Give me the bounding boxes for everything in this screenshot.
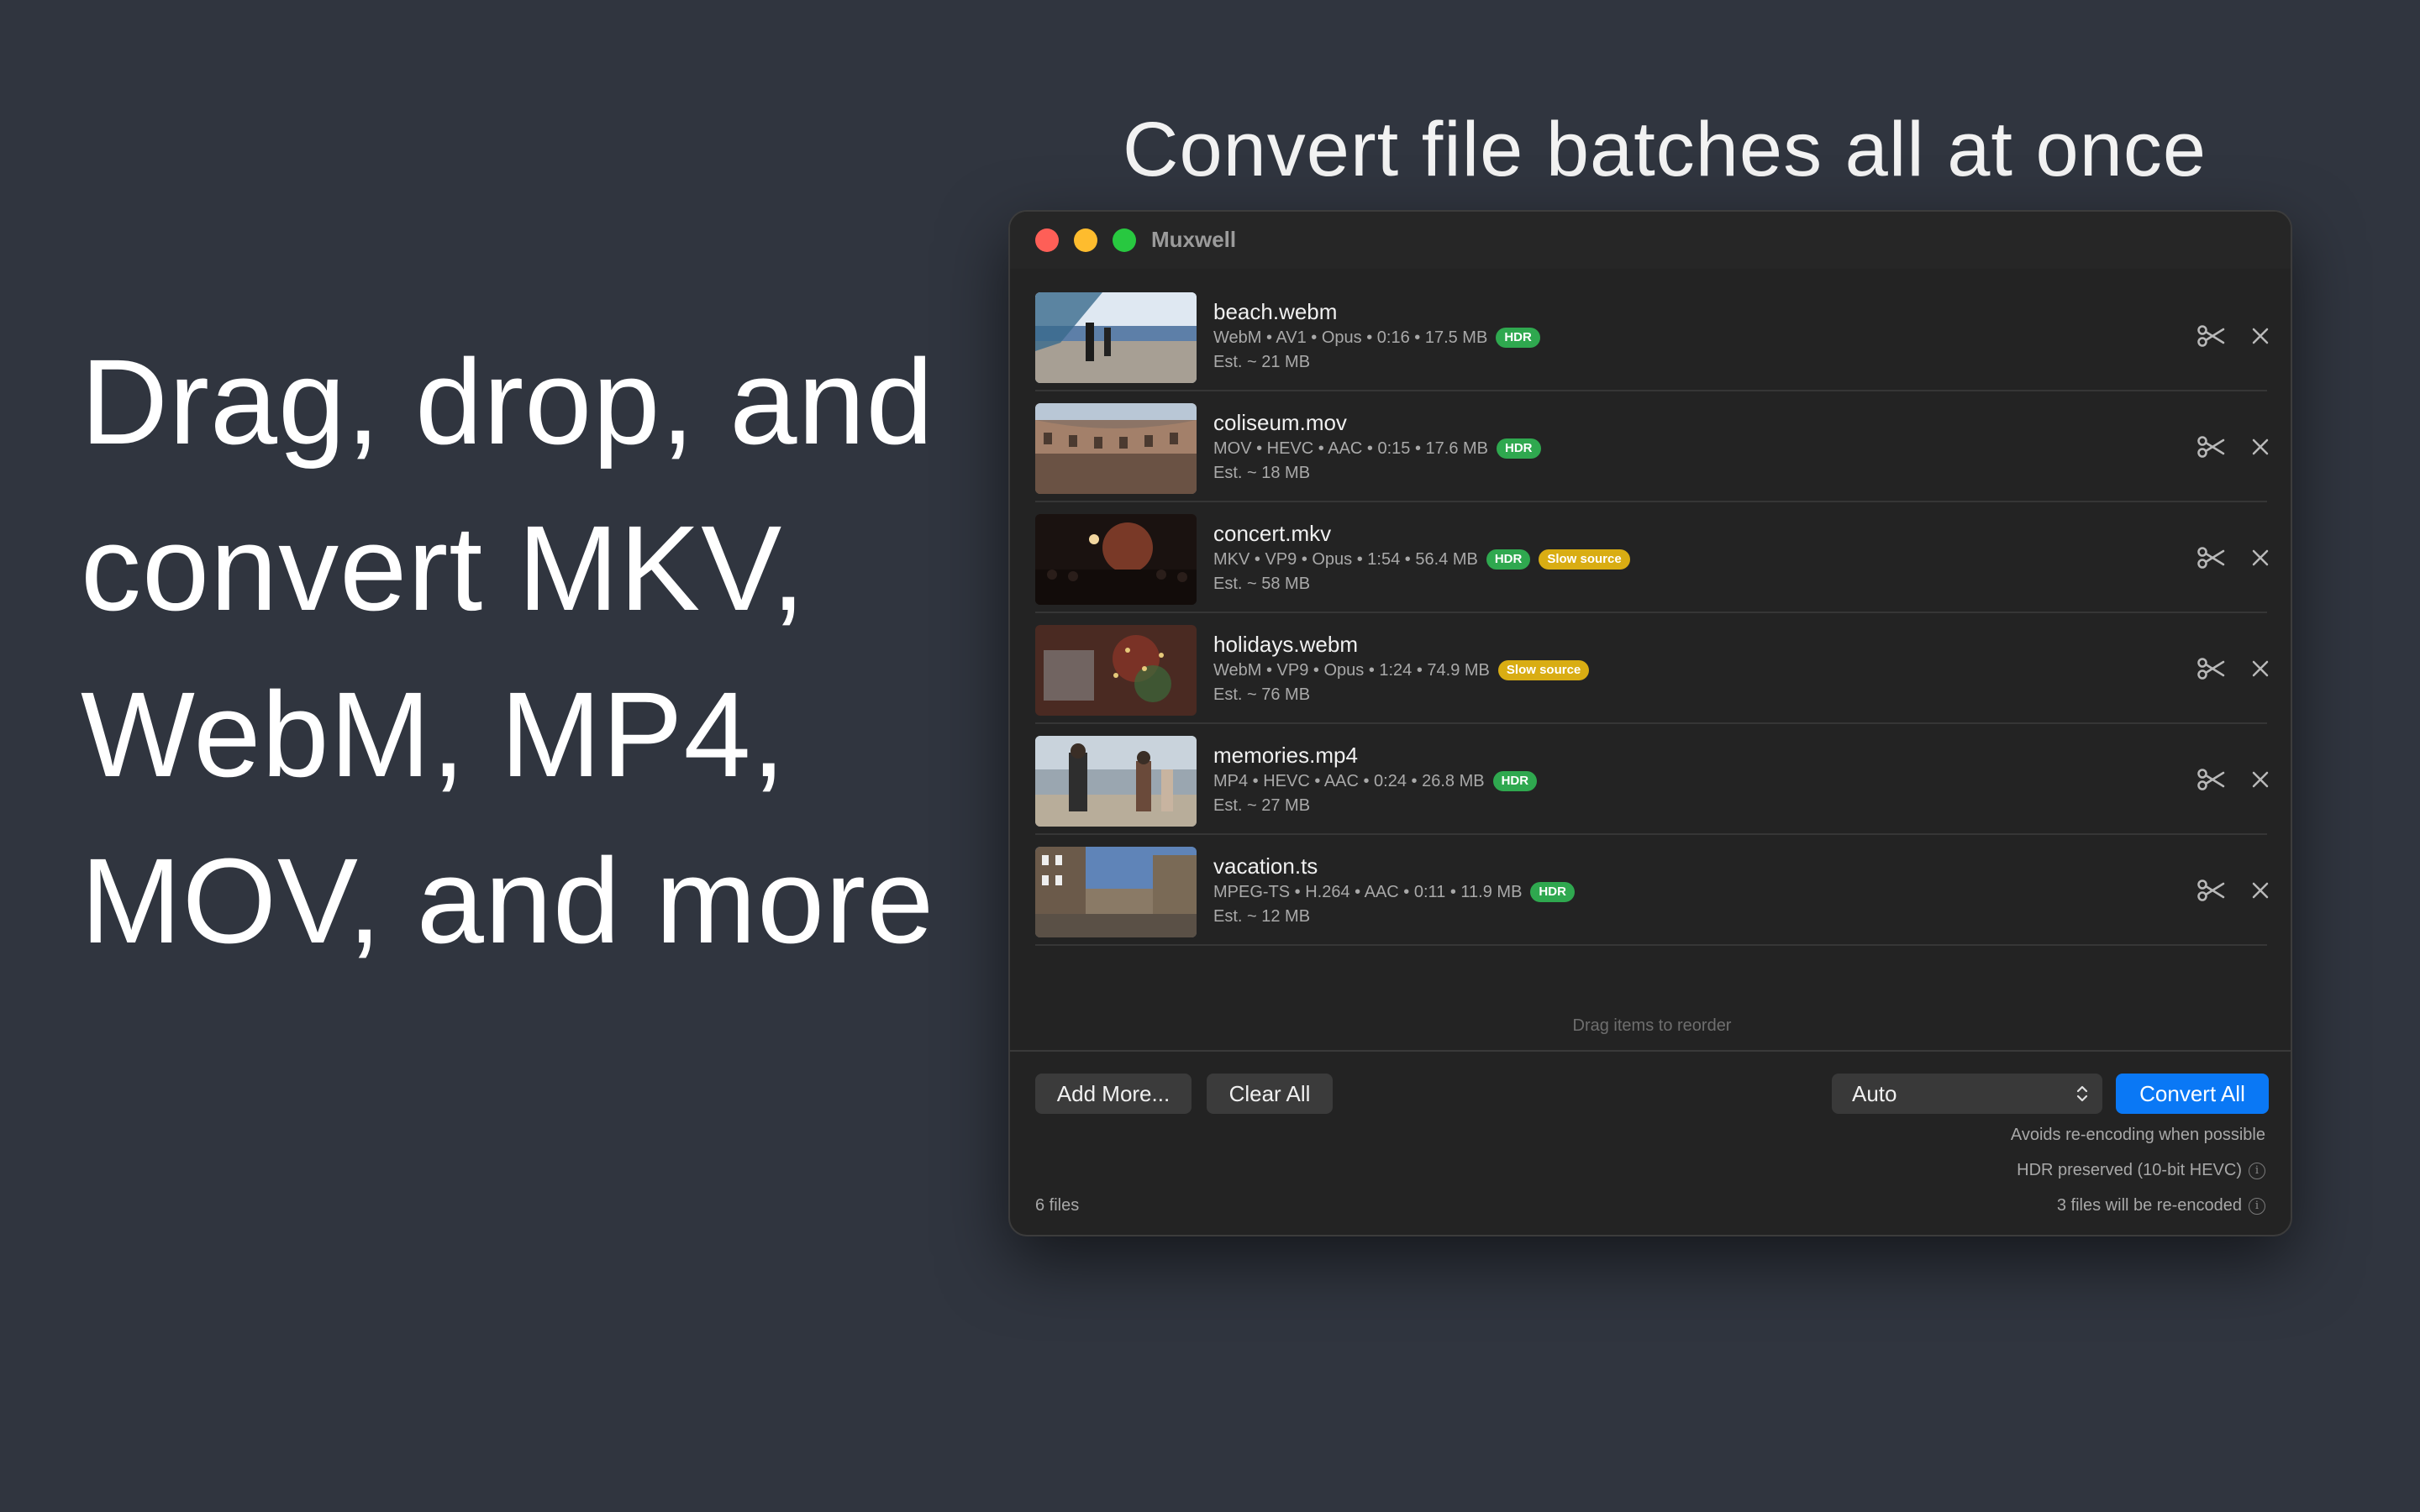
file-name: coliseum.mov bbox=[1213, 410, 1347, 435]
hdr-badge: HDR bbox=[1492, 771, 1538, 791]
file-meta-text: MKV • VP9 • Opus • 1:54 • 56.4 MB bbox=[1213, 549, 1478, 569]
scissors-icon[interactable] bbox=[2195, 652, 2228, 685]
file-row[interactable]: memories.mp4 MP4 • HEVC • AAC • 0:24 • 2… bbox=[1035, 724, 2269, 835]
note-text: 3 files will be re-encoded bbox=[2056, 1196, 2242, 1215]
close-icon[interactable] bbox=[2244, 319, 2277, 353]
headline: Convert file batches all at once bbox=[1123, 107, 2207, 192]
app-window: Muxwell beach.webm WebM • AV1 • Opus • 0… bbox=[1008, 210, 2292, 1236]
tagline: Drag, drop, and convert MKV, WebM, MP4, … bbox=[81, 334, 935, 969]
file-meta: MPEG-TS • H.264 • AAC • 0:11 • 11.9 MB H… bbox=[1213, 882, 1575, 902]
note-text: Avoids re-encoding when possible bbox=[2010, 1126, 2265, 1144]
size-estimate: Est. ~ 12 MB bbox=[1213, 907, 1311, 926]
scissors-icon[interactable] bbox=[2195, 430, 2228, 464]
size-estimate: Est. ~ 21 MB bbox=[1213, 353, 1311, 371]
title-bar: Muxwell bbox=[1010, 212, 2291, 269]
file-meta-text: MOV • HEVC • AAC • 0:15 • 17.6 MB bbox=[1213, 438, 1489, 458]
close-icon[interactable] bbox=[2244, 652, 2277, 685]
scissors-icon[interactable] bbox=[2195, 541, 2228, 575]
video-thumbnail bbox=[1035, 514, 1197, 605]
video-thumbnail bbox=[1035, 403, 1197, 494]
close-icon[interactable] bbox=[2244, 430, 2277, 464]
file-meta: MKV • VP9 • Opus • 1:54 • 56.4 MB HDR Sl… bbox=[1213, 549, 1630, 570]
hdr-badge: HDR bbox=[1496, 328, 1540, 348]
file-name: holidays.webm bbox=[1213, 632, 1358, 657]
file-name: vacation.ts bbox=[1213, 853, 1318, 879]
file-meta: MP4 • HEVC • AAC • 0:24 • 26.8 MB HDR bbox=[1213, 771, 1538, 791]
file-name: concert.mkv bbox=[1213, 521, 1332, 546]
conversion-note: 3 files will be re-encoded i bbox=[2057, 1196, 2265, 1215]
file-meta: MOV • HEVC • AAC • 0:15 • 17.6 MB HDR bbox=[1213, 438, 1541, 459]
up-down-chevron-icon bbox=[2076, 1085, 2088, 1102]
size-estimate: Est. ~ 27 MB bbox=[1213, 796, 1311, 815]
scissors-icon[interactable] bbox=[2195, 874, 2228, 907]
format-select[interactable]: Auto bbox=[1832, 1074, 2102, 1114]
file-row[interactable]: holidays.webm WebM • VP9 • Opus • 1:24 •… bbox=[1035, 613, 2269, 724]
file-row[interactable]: vacation.ts MPEG-TS • H.264 • AAC • 0:11… bbox=[1035, 835, 2269, 946]
size-estimate: Est. ~ 76 MB bbox=[1213, 685, 1311, 704]
conversion-note: Avoids re-encoding when possible bbox=[2011, 1126, 2265, 1145]
video-thumbnail bbox=[1035, 736, 1197, 827]
file-meta-text: MPEG-TS • H.264 • AAC • 0:11 • 11.9 MB bbox=[1213, 882, 1523, 901]
file-row[interactable]: concert.mkv MKV • VP9 • Opus • 1:54 • 56… bbox=[1035, 502, 2269, 613]
clear-all-button[interactable]: Clear All bbox=[1207, 1074, 1333, 1114]
file-list: beach.webm WebM • AV1 • Opus • 0:16 • 17… bbox=[1035, 281, 2269, 946]
reorder-hint: Drag items to reorder bbox=[1572, 1016, 1732, 1035]
file-name: beach.webm bbox=[1213, 299, 1338, 324]
convert-all-button[interactable]: Convert All bbox=[2116, 1074, 2269, 1114]
file-row[interactable]: beach.webm WebM • AV1 • Opus • 0:16 • 17… bbox=[1035, 281, 2269, 391]
hdr-badge: HDR bbox=[1497, 438, 1541, 459]
video-thumbnail bbox=[1035, 292, 1197, 383]
window-zoom-button[interactable] bbox=[1113, 228, 1136, 252]
close-icon[interactable] bbox=[2244, 763, 2277, 796]
window-minimize-button[interactable] bbox=[1074, 228, 1097, 252]
format-select-value: Auto bbox=[1852, 1080, 1897, 1106]
file-meta-text: WebM • VP9 • Opus • 1:24 • 74.9 MB bbox=[1213, 660, 1490, 680]
size-estimate: Est. ~ 18 MB bbox=[1213, 464, 1311, 482]
video-thumbnail bbox=[1035, 625, 1197, 716]
divider bbox=[1010, 1050, 2291, 1052]
file-meta: WebM • VP9 • Opus • 1:24 • 74.9 MB Slow … bbox=[1213, 660, 1590, 680]
file-meta: WebM • AV1 • Opus • 0:16 • 17.5 MB HDR bbox=[1213, 328, 1540, 348]
hdr-badge: HDR bbox=[1530, 882, 1575, 902]
file-row[interactable]: coliseum.mov MOV • HEVC • AAC • 0:15 • 1… bbox=[1035, 391, 2269, 502]
file-name: memories.mp4 bbox=[1213, 743, 1358, 768]
file-count: 6 files bbox=[1035, 1196, 1080, 1215]
scissors-icon[interactable] bbox=[2195, 319, 2228, 353]
file-meta-text: MP4 • HEVC • AAC • 0:24 • 26.8 MB bbox=[1213, 771, 1485, 790]
note-text: HDR preserved (10-bit HEVC) bbox=[2017, 1161, 2242, 1179]
scissors-icon[interactable] bbox=[2195, 763, 2228, 796]
slow-source-badge: Slow source bbox=[1539, 549, 1630, 570]
conversion-note: HDR preserved (10-bit HEVC) i bbox=[2017, 1161, 2265, 1180]
add-more-button[interactable]: Add More... bbox=[1035, 1074, 1192, 1114]
file-meta-text: WebM • AV1 • Opus • 0:16 • 17.5 MB bbox=[1213, 328, 1488, 347]
size-estimate: Est. ~ 58 MB bbox=[1213, 575, 1311, 593]
close-icon[interactable] bbox=[2244, 541, 2277, 575]
video-thumbnail bbox=[1035, 847, 1197, 937]
close-icon[interactable] bbox=[2244, 874, 2277, 907]
hdr-badge: HDR bbox=[1486, 549, 1531, 570]
slow-source-badge: Slow source bbox=[1497, 660, 1590, 680]
info-icon[interactable]: i bbox=[2249, 1197, 2265, 1215]
window-title: Muxwell bbox=[1151, 227, 1237, 252]
info-icon[interactable]: i bbox=[2249, 1162, 2265, 1179]
window-close-button[interactable] bbox=[1035, 228, 1059, 252]
